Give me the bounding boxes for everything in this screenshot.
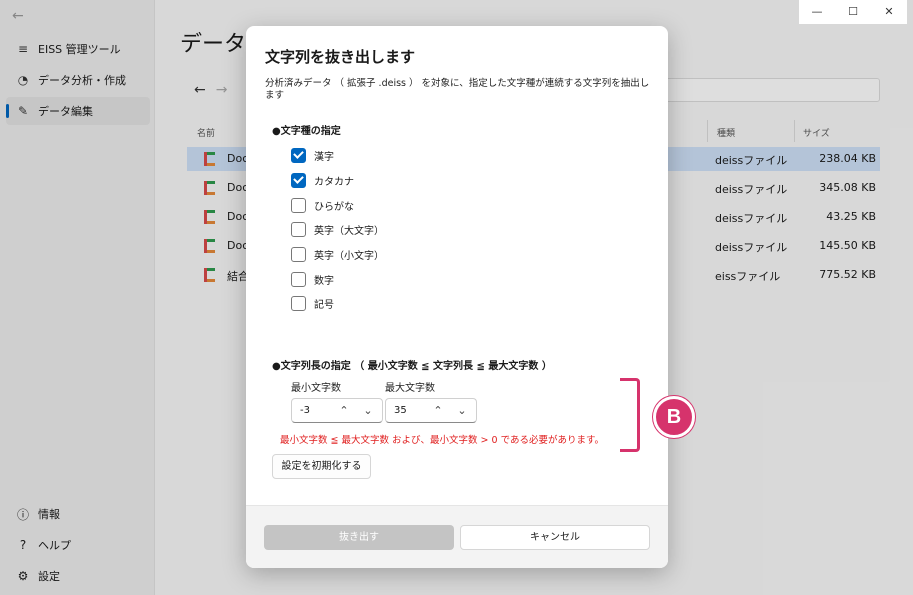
- length-section-title: ●文字列長の指定 （ 最小文字数 ≦ 文字列長 ≦ 最大文字数 ）: [272, 361, 552, 372]
- min-length-label: 最小文字数: [291, 383, 341, 394]
- checkbox-symbols[interactable]: 記号: [291, 294, 334, 312]
- annotation-bracket: [620, 378, 640, 452]
- dialog-title: 文字列を抜き出します: [265, 48, 416, 66]
- checkbox-box[interactable]: [291, 172, 306, 188]
- checkbox-kanji[interactable]: 漢字: [291, 146, 334, 164]
- checkbox-label: 数字: [314, 275, 334, 287]
- checkbox-label: ひらがな: [314, 201, 354, 213]
- checkbox-box[interactable]: [291, 295, 306, 311]
- dialog-description: 分析済みデータ （ 拡張子 .deiss ） を対象に、指定した文字種が連続する…: [265, 78, 650, 101]
- checkbox-label: カタカナ: [314, 176, 354, 188]
- checkbox-label: 英字（小文字）: [314, 250, 384, 262]
- checkbox-label: 英字（大文字）: [314, 225, 384, 237]
- dialog-footer: 抜き出す キャンセル: [246, 505, 668, 568]
- checkbox-digits[interactable]: 数字: [291, 270, 334, 288]
- checkbox-lowercase[interactable]: 英字（小文字）: [291, 245, 384, 263]
- checkbox-katakana[interactable]: カタカナ: [291, 171, 354, 189]
- char-type-section-title: ●文字種の指定: [272, 126, 341, 137]
- increment-icon[interactable]: ⌃: [334, 401, 354, 421]
- maximize-icon[interactable]: ☐: [835, 0, 871, 24]
- close-icon[interactable]: ✕: [871, 0, 907, 24]
- max-length-stepper[interactable]: 35 ⌃ ⌄: [385, 398, 477, 423]
- checkbox-uppercase[interactable]: 英字（大文字）: [291, 220, 384, 238]
- checkbox-box[interactable]: [291, 197, 306, 213]
- checkbox-hiragana[interactable]: ひらがな: [291, 196, 354, 214]
- decrement-icon[interactable]: ⌄: [452, 401, 472, 421]
- annotation-marker-b: B: [653, 396, 695, 438]
- window-controls: — ☐ ✕: [799, 0, 907, 24]
- extract-button[interactable]: 抜き出す: [264, 525, 454, 550]
- minimize-icon[interactable]: —: [799, 0, 835, 24]
- cancel-button[interactable]: キャンセル: [460, 525, 650, 550]
- increment-icon[interactable]: ⌃: [428, 401, 448, 421]
- extract-dialog: 文字列を抜き出します 分析済みデータ （ 拡張子 .deiss ） を対象に、指…: [246, 26, 668, 568]
- reset-settings-button[interactable]: 設定を初期化する: [272, 454, 371, 479]
- checkbox-label: 漢字: [314, 151, 334, 163]
- max-length-value[interactable]: 35: [394, 405, 407, 416]
- validation-error: 最小文字数 ≦ 最大文字数 および、最小文字数 > 0 である必要があります。: [280, 435, 605, 446]
- max-length-label: 最大文字数: [385, 383, 435, 394]
- decrement-icon[interactable]: ⌄: [358, 401, 378, 421]
- checkbox-label: 記号: [314, 299, 334, 311]
- checkbox-box[interactable]: [291, 246, 306, 262]
- checkbox-box[interactable]: [291, 271, 306, 287]
- min-length-value[interactable]: -3: [300, 405, 310, 416]
- checkbox-box[interactable]: [291, 221, 306, 237]
- checkbox-box[interactable]: [291, 147, 306, 163]
- min-length-stepper[interactable]: -3 ⌃ ⌄: [291, 398, 383, 423]
